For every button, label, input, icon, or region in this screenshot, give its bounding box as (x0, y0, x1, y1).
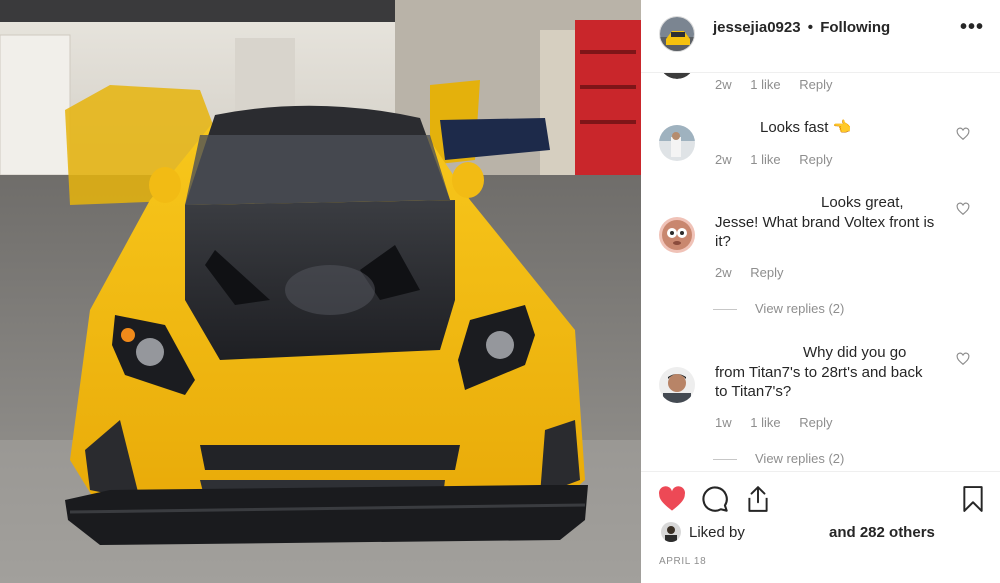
comment-meta: 2w 1 like Reply (715, 152, 847, 167)
post-photo[interactable] (0, 0, 641, 583)
comment-meta: 2w Reply (715, 265, 799, 280)
author-avatar[interactable] (659, 16, 695, 52)
comment-text-line: it? (715, 233, 731, 250)
comment-text-line: from Titan7's to 28rt's and back (715, 363, 923, 381)
header-separator: • (807, 19, 814, 36)
liked-by-label: Liked by (689, 524, 745, 541)
comment-bubble-icon[interactable] (701, 485, 729, 513)
comment-likes[interactable]: 1 like (750, 152, 780, 167)
comment-meta: 1w 1 like Reply (715, 415, 847, 430)
car-photo-illustration (0, 0, 641, 583)
comments-list[interactable]: 2w 1 like Reply Looks fast 👈 2w 1 like R… (641, 73, 1000, 471)
post-side-panel: jessejia0923 • Following ••• 2w 1 like R… (641, 0, 1000, 583)
author-line: jessejia0923 • Following (713, 19, 890, 36)
comment-reply-button[interactable]: Reply (799, 152, 832, 167)
heart-outline-icon[interactable] (956, 127, 970, 141)
comment-text-line: Why did you go (803, 344, 907, 361)
commenter-avatar[interactable] (659, 73, 695, 79)
comment-time: 1w (715, 415, 732, 430)
bookmark-icon[interactable] (962, 486, 984, 512)
liker-avatar[interactable] (661, 522, 681, 542)
post-date[interactable]: APRIL 18 (659, 556, 706, 567)
comment-reply-button[interactable]: Reply (799, 77, 832, 92)
view-replies-button[interactable]: View replies (2) (713, 451, 844, 466)
heart-outline-icon[interactable] (956, 352, 970, 366)
following-button[interactable]: Following (820, 19, 890, 36)
view-replies-button[interactable]: View replies (2) (713, 301, 844, 316)
comment-likes[interactable]: 1 like (750, 415, 780, 430)
more-options-icon[interactable]: ••• (960, 17, 984, 37)
comment-reply-button[interactable]: Reply (750, 265, 783, 280)
commenter-avatar[interactable] (659, 367, 695, 403)
comment-time: 2w (715, 265, 732, 280)
view-replies-label: View replies (2) (755, 451, 845, 466)
likes-count[interactable]: and 282 others (829, 524, 935, 541)
comment-text: Looks great, Jesse! What brand Voltex fr… (715, 193, 945, 252)
comment-text-line: to Titan7's? (715, 383, 792, 400)
comment-text-line: Looks great, (821, 194, 904, 211)
comment-text: Looks fast 👈 (760, 119, 852, 136)
heart-filled-icon[interactable] (658, 486, 686, 512)
replies-divider (713, 459, 737, 461)
commenter-avatar[interactable] (659, 217, 695, 253)
view-replies-label: View replies (2) (755, 301, 845, 316)
post-header: jessejia0923 • Following ••• (641, 0, 1000, 73)
commenter-avatar[interactable] (659, 125, 695, 161)
comment-meta: 2w 1 like Reply (715, 77, 847, 92)
comment-likes[interactable]: 1 like (750, 77, 780, 92)
comment-text-line: Jesse! What brand Voltex front is (715, 213, 935, 231)
comment-reply-button[interactable]: Reply (799, 415, 832, 430)
author-username[interactable]: jessejia0923 (713, 19, 801, 36)
heart-outline-icon[interactable] (956, 202, 970, 216)
comment-time: 2w (715, 77, 732, 92)
comment-text: Why did you go from Titan7's to 28rt's a… (715, 343, 955, 402)
comment-time: 2w (715, 152, 732, 167)
post-actions: Liked by and 282 others APRIL 18 (641, 471, 1000, 583)
replies-divider (713, 309, 737, 311)
share-upload-icon[interactable] (745, 485, 771, 513)
